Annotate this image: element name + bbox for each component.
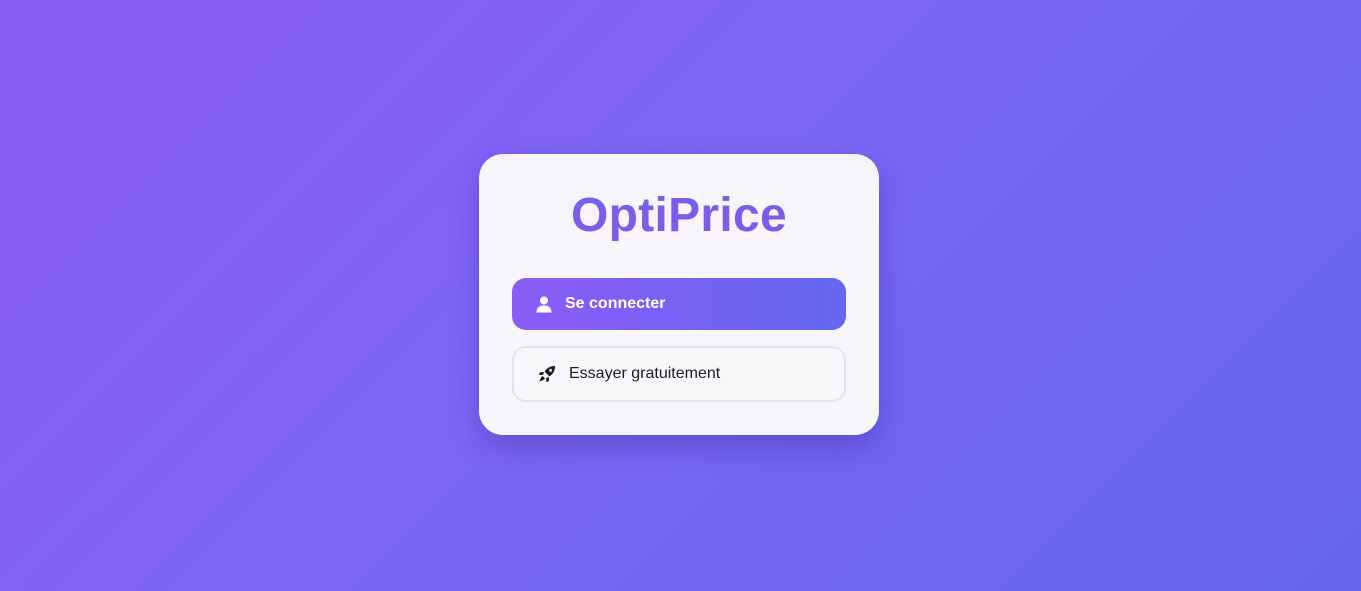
login-card: OptiPrice Se connecter Essayer gratuitem…	[479, 154, 879, 435]
rocket-icon	[538, 365, 556, 383]
login-button[interactable]: Se connecter	[512, 278, 846, 330]
login-button-label: Se connecter	[565, 295, 666, 312]
free-trial-button-label: Essayer gratuitement	[569, 365, 721, 382]
brand-title: OptiPrice	[570, 189, 788, 242]
user-icon	[535, 295, 553, 313]
free-trial-button[interactable]: Essayer gratuitement	[512, 346, 846, 402]
